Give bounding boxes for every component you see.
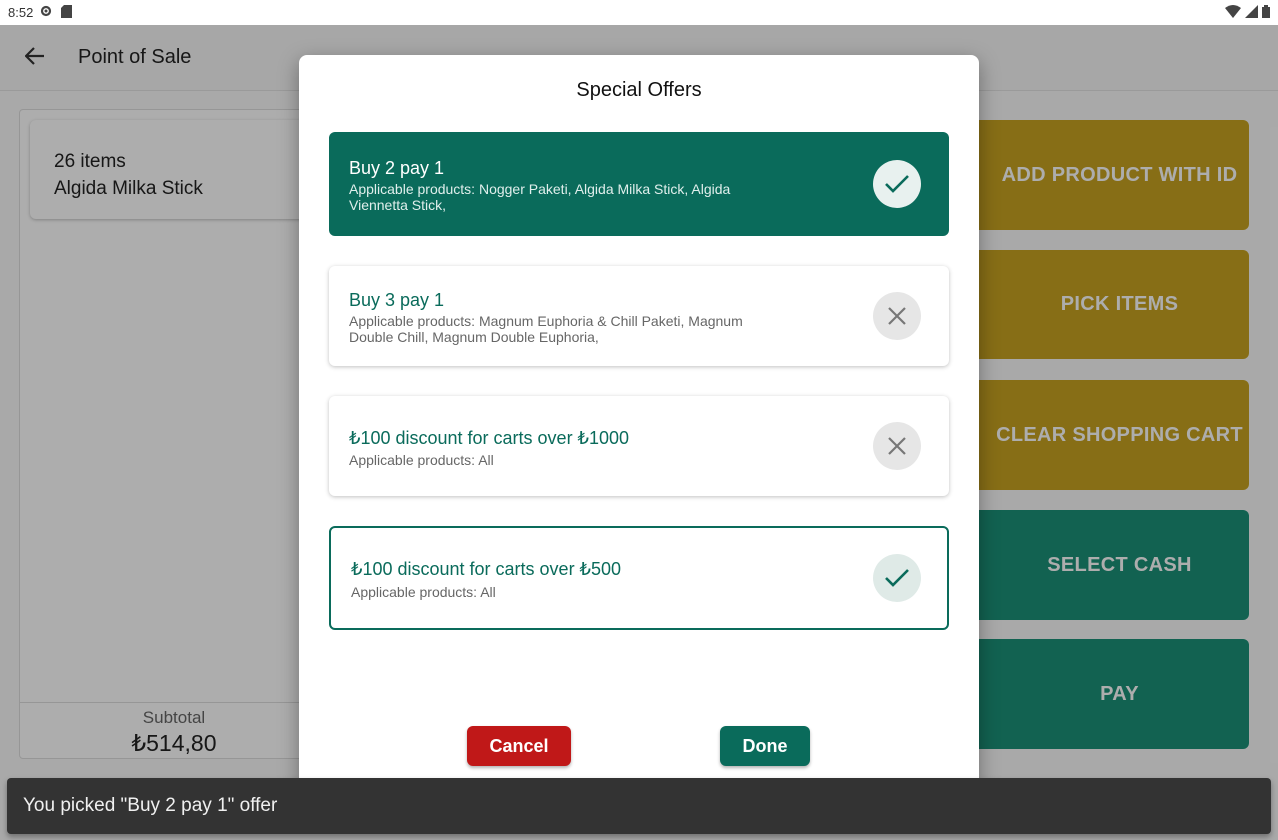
check-icon[interactable] — [873, 554, 921, 602]
offer-card-discount-1000[interactable]: ₺100 discount for carts over ₺1000 Appli… — [329, 396, 949, 496]
check-icon[interactable] — [873, 160, 921, 208]
snackbar: You picked "Buy 2 pay 1" offer — [7, 778, 1271, 834]
offer-card-discount-500[interactable]: ₺100 discount for carts over ₺500 Applic… — [329, 526, 949, 630]
cancel-button[interactable]: Cancel — [467, 726, 571, 766]
offer-card-buy-2-pay-1[interactable]: Buy 2 pay 1 Applicable products: Nogger … — [329, 132, 949, 236]
wifi-icon — [1225, 4, 1241, 21]
offer-products: Applicable products: All — [351, 584, 496, 600]
sd-card-icon — [61, 4, 73, 21]
close-icon[interactable] — [873, 292, 921, 340]
offer-products: Applicable products: Magnum Euphoria & C… — [349, 313, 743, 345]
close-icon[interactable] — [873, 422, 921, 470]
offer-card-buy-3-pay-1[interactable]: Buy 3 pay 1 Applicable products: Magnum … — [329, 266, 949, 366]
offer-products: Applicable products: All — [349, 452, 494, 468]
battery-icon — [1262, 4, 1270, 21]
offer-products: Applicable products: Nogger Paketi, Algi… — [349, 181, 731, 213]
settings-icon — [39, 4, 53, 21]
dialog-title: Special Offers — [576, 79, 702, 101]
signal-icon — [1245, 4, 1258, 21]
offer-title: ₺100 discount for carts over ₺500 — [351, 559, 622, 579]
offer-title: Buy 2 pay 1 — [349, 158, 445, 178]
snackbar-message: You picked "Buy 2 pay 1" offer — [23, 795, 278, 816]
status-time: 8:52 — [8, 5, 34, 20]
done-button[interactable]: Done — [720, 726, 810, 766]
offer-title: Buy 3 pay 1 — [349, 290, 445, 310]
status-bar: 8:52 — [0, 0, 1278, 25]
offer-title: ₺100 discount for carts over ₺1000 — [349, 428, 630, 448]
special-offers-dialog: Special Offers Buy 2 pay 1 Applicable pr… — [299, 55, 979, 795]
